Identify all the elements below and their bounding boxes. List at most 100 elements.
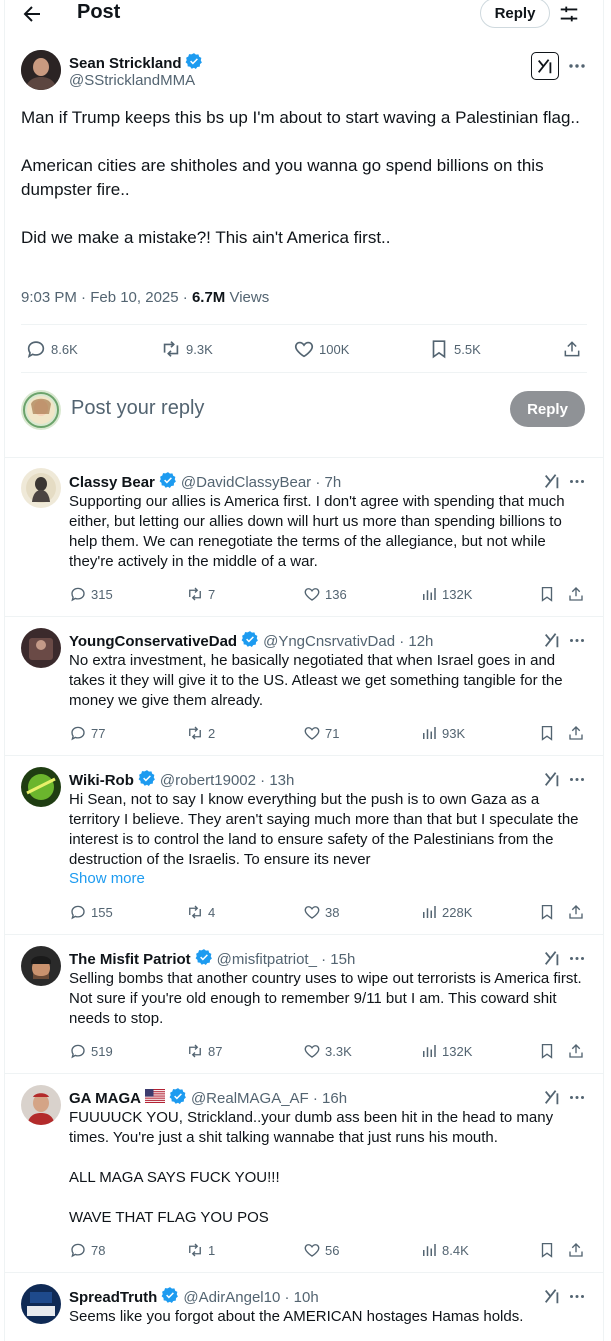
repost-icon <box>189 905 201 919</box>
repost-count-button[interactable]: 87 <box>186 1042 222 1060</box>
grok-icon[interactable] <box>542 948 562 968</box>
share-icon[interactable] <box>566 1041 586 1061</box>
repost-count-button[interactable]: 9.3K <box>160 338 213 360</box>
divider <box>5 1272 603 1273</box>
like-count-button[interactable]: 100K <box>293 338 349 360</box>
reply-count-button[interactable]: 77 <box>69 724 105 742</box>
views-chart-icon <box>423 1045 436 1057</box>
reply-count-button[interactable]: 8.6K <box>25 338 78 360</box>
grok-icon[interactable] <box>542 471 562 491</box>
share-icon[interactable] <box>566 723 586 743</box>
heart-icon <box>304 727 320 740</box>
my-avatar[interactable] <box>21 390 61 430</box>
grok-icon[interactable] <box>531 52 559 80</box>
reply-count-button[interactable]: 78 <box>69 1241 105 1259</box>
back-arrow-icon[interactable] <box>20 2 44 26</box>
bookmark-icon[interactable] <box>537 584 557 604</box>
views-count-button[interactable]: 8.4K <box>420 1241 469 1259</box>
reply-handle[interactable]: @DavidClassyBear · 7h <box>181 474 341 491</box>
share-icon[interactable] <box>566 902 586 922</box>
like-count-button[interactable]: 3.3K <box>303 1042 352 1060</box>
verified-badge-icon <box>138 769 156 791</box>
views-count: 228K <box>442 904 473 920</box>
grok-icon[interactable] <box>542 769 562 789</box>
avatar[interactable] <box>21 50 61 90</box>
avatar[interactable] <box>21 946 61 986</box>
sliders-icon[interactable] <box>558 3 580 25</box>
like-count-button[interactable]: 136 <box>303 585 347 603</box>
share-icon[interactable] <box>566 1240 586 1260</box>
views-count-button[interactable]: 132K <box>420 1042 472 1060</box>
reply-handle[interactable]: @YngCnsrvativDad · 12h <box>263 633 433 650</box>
more-icon[interactable] <box>567 1286 587 1306</box>
reply-icon <box>71 905 85 920</box>
avatar[interactable] <box>21 1085 61 1125</box>
bookmark-icon[interactable] <box>537 723 557 743</box>
bookmark-count-button[interactable]: 5.5K <box>428 338 481 360</box>
reply-input[interactable]: Post your reply <box>71 397 204 420</box>
author-name[interactable]: Sean Strickland <box>69 52 203 74</box>
more-icon[interactable] <box>567 56 587 76</box>
repost-icon <box>189 726 201 740</box>
divider <box>21 324 587 325</box>
views-count: 132K <box>442 1043 473 1059</box>
reply-handle[interactable]: @RealMAGA_AF · 16h <box>191 1090 347 1107</box>
reply-button[interactable]: Reply <box>480 0 550 28</box>
views-chart-icon <box>423 588 436 600</box>
more-icon[interactable] <box>567 948 587 968</box>
post-timestamp[interactable]: 9:03 PM · Feb 10, 2025 · <box>21 289 192 306</box>
views-count-button[interactable]: 228K <box>420 903 472 921</box>
reply-count-button[interactable]: 315 <box>69 585 113 603</box>
reply-handle[interactable]: @misfitpatriot_ · 15h <box>217 951 356 968</box>
reply-count-button[interactable]: 155 <box>69 903 113 921</box>
reply-author[interactable]: YoungConservativeDad <box>69 633 237 650</box>
reply-header: Classy Bear @DavidClassyBear · 7h <box>69 471 341 493</box>
avatar[interactable] <box>21 767 61 807</box>
avatar[interactable] <box>21 468 61 508</box>
bookmark-count: 5.5K <box>454 341 481 357</box>
show-more-link[interactable]: Show more <box>69 870 145 887</box>
repost-count-button[interactable]: 7 <box>186 585 215 603</box>
bookmark-icon[interactable] <box>537 1041 557 1061</box>
bookmark-icon[interactable] <box>537 1240 557 1260</box>
share-icon[interactable] <box>561 338 583 360</box>
reply-handle[interactable]: @AdirAngel10 · 10h <box>183 1289 318 1306</box>
reply-author[interactable]: Wiki-Rob <box>69 772 134 789</box>
grok-icon[interactable] <box>542 630 562 650</box>
reply-author[interactable]: SpreadTruth <box>69 1289 157 1306</box>
reply-text: FUUUUCK YOU, Strickland..your dumb ass b… <box>69 1109 554 1226</box>
repost-count: 1 <box>208 1242 216 1258</box>
more-icon[interactable] <box>567 769 587 789</box>
more-icon[interactable] <box>567 630 587 650</box>
compose-reply-button[interactable]: Reply <box>510 391 585 427</box>
like-count-button[interactable]: 38 <box>303 903 339 921</box>
reply-count: 77 <box>91 725 106 741</box>
views-count-button[interactable]: 132K <box>420 585 472 603</box>
repost-icon <box>163 341 179 357</box>
share-icon[interactable] <box>566 584 586 604</box>
avatar[interactable] <box>21 1284 61 1324</box>
reply-header: YoungConservativeDad @YngCnsrvativDad · … <box>69 630 433 652</box>
more-icon[interactable] <box>567 471 587 491</box>
reply-author[interactable]: The Misfit Patriot <box>69 951 191 968</box>
repost-count-button[interactable]: 4 <box>186 903 215 921</box>
reply-text: Hi Sean, not to say I know everything bu… <box>69 791 583 868</box>
repost-count-button[interactable]: 2 <box>186 724 215 742</box>
repost-count-button[interactable]: 1 <box>186 1241 215 1259</box>
reply-author[interactable]: GA MAGA <box>69 1090 141 1107</box>
grok-icon[interactable] <box>542 1286 562 1306</box>
like-count-button[interactable]: 71 <box>303 724 339 742</box>
reply-count-button[interactable]: 519 <box>69 1042 113 1060</box>
avatar[interactable] <box>21 628 61 668</box>
views-count-button[interactable]: 93K <box>420 724 465 742</box>
top-bar: Post Reply <box>0 0 611 30</box>
reply-count: 155 <box>91 904 113 920</box>
reply-handle[interactable]: @robert19002 · 13h <box>160 772 294 789</box>
author-handle[interactable]: @SStricklandMMA <box>69 72 195 89</box>
grok-icon[interactable] <box>542 1087 562 1107</box>
more-icon[interactable] <box>567 1087 587 1107</box>
like-count-button[interactable]: 56 <box>303 1241 339 1259</box>
reply-author[interactable]: Classy Bear <box>69 474 155 491</box>
heart-icon <box>294 341 314 358</box>
bookmark-icon[interactable] <box>537 902 557 922</box>
